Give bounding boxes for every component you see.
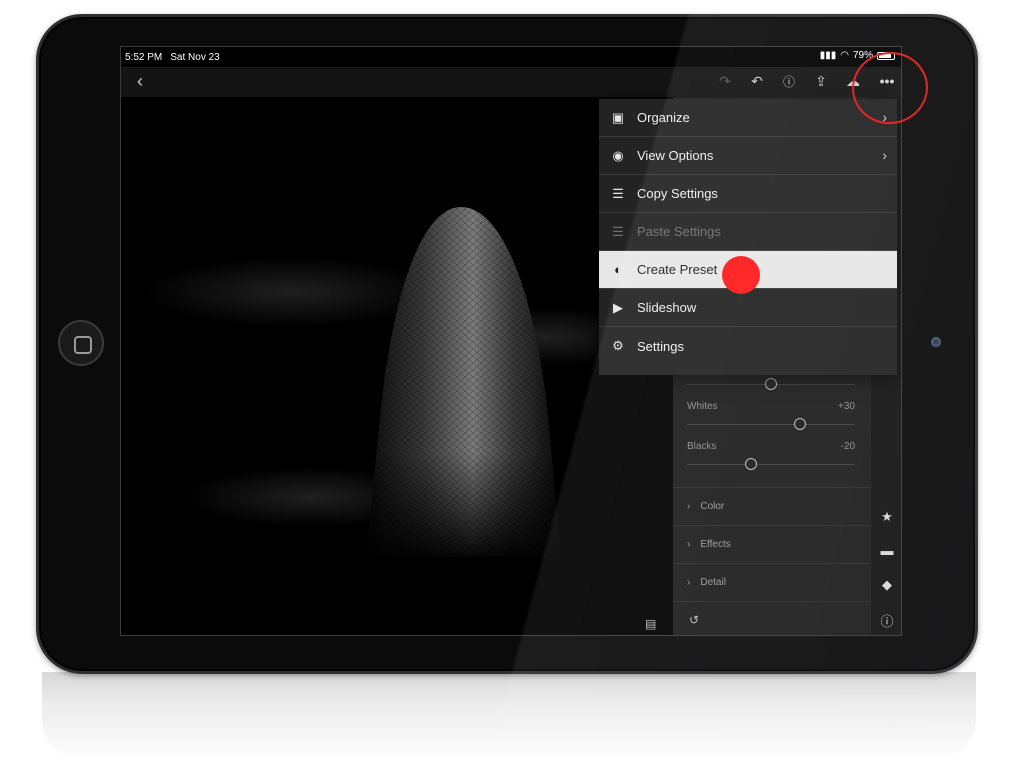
chevron-right-icon: › [687,539,691,550]
chevron-right-icon: › [687,577,691,588]
section-label: Detail [700,577,726,588]
menu-item-copy-settings[interactable]: ☰ Copy Settings [599,175,897,213]
menu-item-label: Slideshow [637,300,697,315]
redo-icon[interactable]: ↷ [715,73,735,90]
filmstrip-icon[interactable]: ▤ [645,617,656,631]
signal-icon: ▮▮▮ [819,50,837,61]
device-reflection [42,672,976,762]
menu-item-view-options[interactable]: ◉ View Options › [599,137,897,175]
view-options-icon: ◉ [612,147,624,163]
whites-label: Whites [687,401,718,412]
comment-icon[interactable]: ▬ [879,543,895,558]
blacks-value: -20 [840,441,855,452]
help-icon[interactable]: ⓘ [779,73,799,90]
copy-settings-icon: ☰ [612,185,624,201]
section-effects[interactable]: › Effects [687,539,731,550]
blacks-slider[interactable] [745,458,757,470]
app-screen: 5:52 PM Sat Nov 23 ▮▮▮ ◠ 79% ‹ ↷ ↶ ⓘ ⇪ ☁… [120,46,902,636]
section-detail[interactable]: › Detail [687,577,726,588]
undo-icon[interactable]: ↶ [747,73,767,90]
reset-icon[interactable]: ↺ [689,613,699,627]
menu-item-paste-settings: ☰ Paste Settings [599,213,897,251]
organize-icon: ▣ [611,109,625,125]
status-date: Sat Nov 23 [170,51,220,63]
menu-item-label: Create Preset [637,262,718,277]
star-icon[interactable]: ★ [879,509,895,525]
paste-settings-icon: ☰ [612,223,624,239]
tag-icon[interactable]: ◆ [879,577,895,593]
menu-item-label: View Options [637,148,714,163]
status-time: 5:52 PM [125,51,163,63]
menu-item-label: Organize [637,110,690,125]
photo-canvas[interactable]: ▤ [121,97,673,635]
panel-divider [673,563,871,564]
panel-divider [673,525,871,526]
menu-item-settings[interactable]: ⚙ Settings [599,327,897,365]
share-icon[interactable]: ⇪ [811,73,831,90]
create-preset-icon: ◐ [614,262,622,277]
slider-knob[interactable] [765,378,777,390]
panel-divider [673,601,871,602]
whites-slider[interactable] [794,418,806,430]
whites-value: +30 [838,401,855,412]
wifi-icon: ◠ [840,50,849,61]
menu-item-label: Copy Settings [637,186,718,201]
blacks-track [687,464,855,465]
blacks-label: Blacks [687,441,717,452]
menu-item-organize[interactable]: ▣ Organize › [599,99,897,137]
tower-photo [366,207,561,557]
panel-divider [673,487,871,488]
section-label: Color [700,501,725,512]
front-camera [931,337,941,347]
chevron-left-icon[interactable]: ‹ [131,71,149,92]
home-button[interactable] [58,320,104,366]
chevron-right-icon: › [882,147,887,163]
info-icon[interactable]: ⓘ [879,611,895,630]
menu-item-label: Settings [637,338,684,354]
menu-item-label: Paste Settings [637,224,721,239]
whites-track [687,424,855,425]
tap-indicator-dot [722,256,760,294]
play-icon: ▶ [613,299,623,315]
status-bar: 5:52 PM Sat Nov 23 ▮▮▮ ◠ 79% [121,47,901,67]
gear-icon: ⚙ [612,338,624,353]
menu-item-slideshow[interactable]: ▶ Slideshow [599,289,897,327]
section-label: Effects [700,539,731,550]
top-toolbar: ‹ ↷ ↶ ⓘ ⇪ ☁ ••• [121,67,901,97]
more-options-menu: ▣ Organize › ◉ View Options › ☰ Copy Set… [599,99,897,375]
chevron-right-icon: › [687,501,691,512]
section-color[interactable]: › Color [687,501,724,512]
